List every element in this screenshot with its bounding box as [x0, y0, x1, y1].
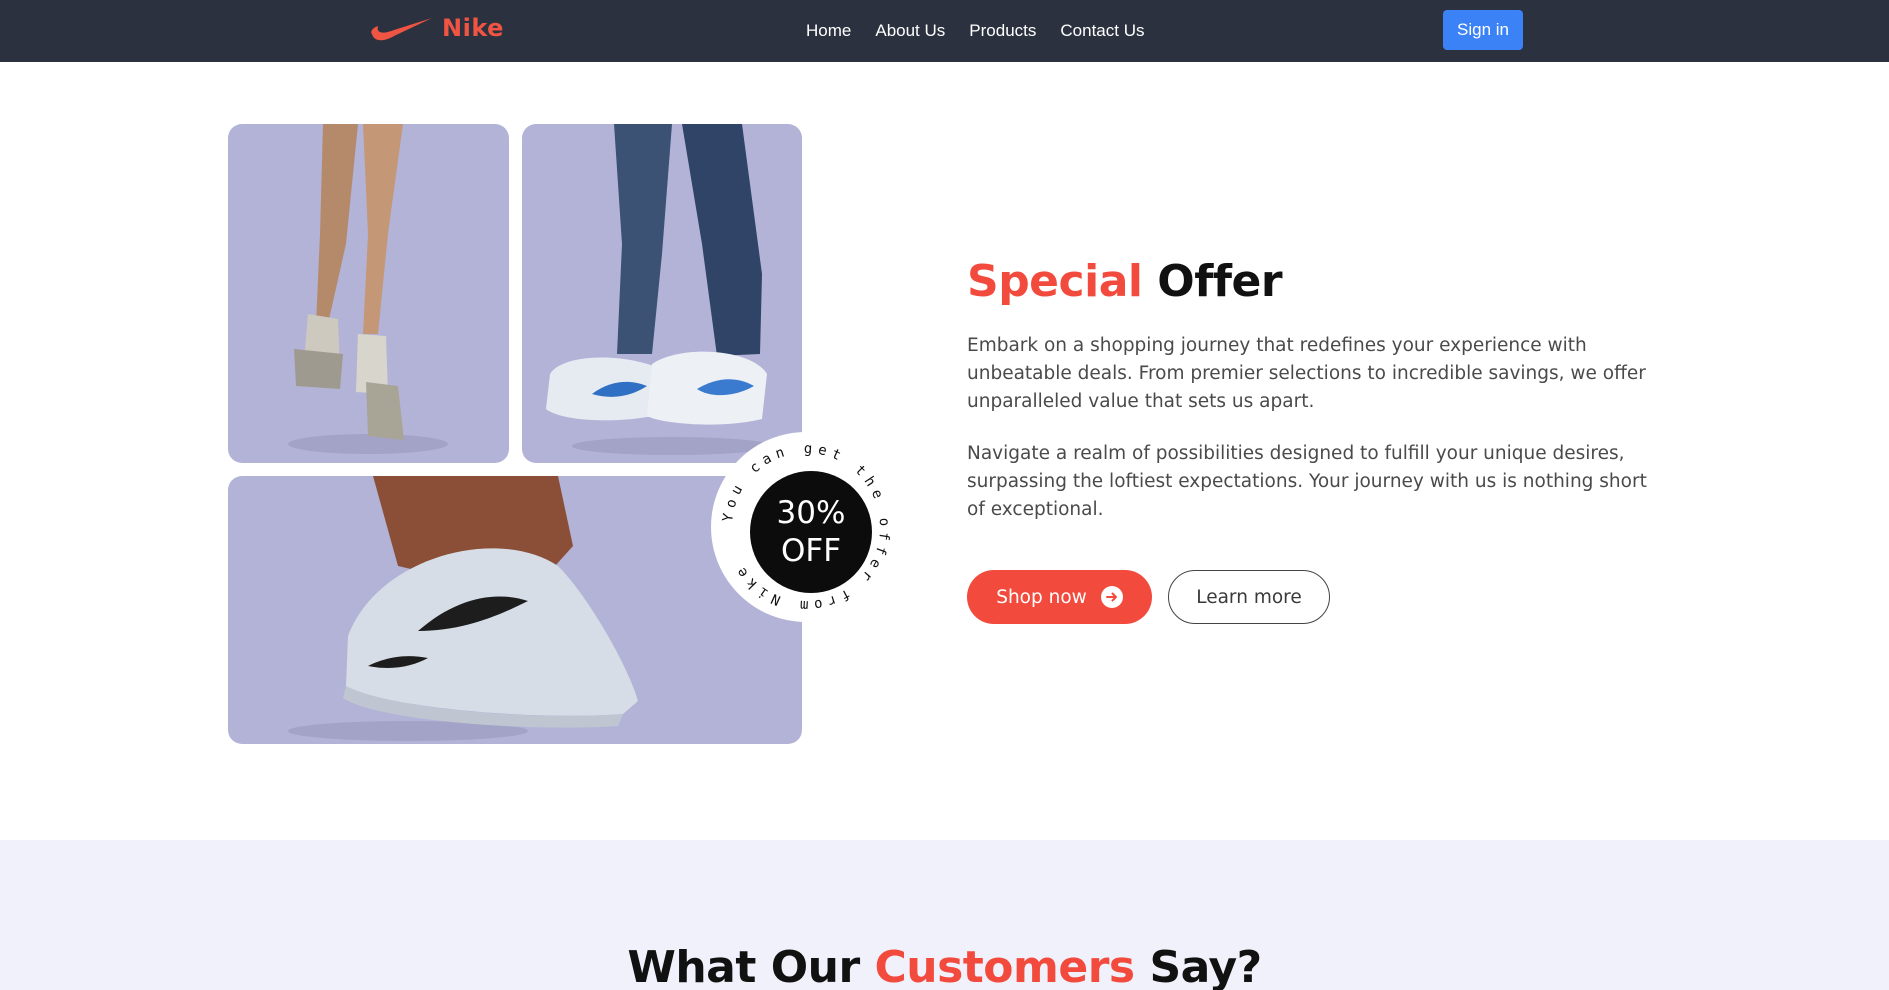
- nav-link-contact[interactable]: Contact Us: [1060, 21, 1144, 41]
- offer-paragraph-2: Navigate a realm of possibilities design…: [967, 443, 1647, 520]
- nav-link-home[interactable]: Home: [806, 21, 851, 41]
- testimonials-title: What Our Customers Say?: [0, 940, 1889, 990]
- nike-swoosh-logo: [371, 18, 432, 41]
- testimonials-section: What Our Customers Say?: [0, 840, 1889, 990]
- shop-now-label: Shop now: [996, 586, 1087, 608]
- offer-title-rest: Offer: [1157, 256, 1283, 307]
- badge-core: 30% OFF: [750, 471, 872, 593]
- nav-link-products[interactable]: Products: [969, 21, 1036, 41]
- badge-percent: 30%: [776, 495, 846, 531]
- arrow-right-circle-icon: [1100, 586, 1123, 608]
- sign-in-button[interactable]: Sign in: [1443, 10, 1523, 50]
- offer-title: Special Offer: [967, 250, 1667, 314]
- brand-name: Nike: [442, 14, 504, 42]
- testimonials-title-a: What Our: [627, 942, 860, 990]
- navbar: Nike Home About Us Products Contact Us S…: [0, 0, 1889, 62]
- main-nav: Home About Us Products Contact Us: [806, 0, 1144, 62]
- nav-link-about[interactable]: About Us: [875, 21, 945, 41]
- product-image-jeans-sneakers: [522, 124, 802, 463]
- discount-badge: You can get the offer from Nike 30% OFF: [711, 432, 901, 622]
- brand-logo-link[interactable]: Nike: [370, 12, 504, 44]
- testimonials-title-b: Say?: [1149, 942, 1262, 990]
- learn-more-button[interactable]: Learn more: [1168, 570, 1330, 624]
- testimonials-title-accent: Customers: [874, 942, 1135, 990]
- offer-paragraph-1: Embark on a shopping journey that redefi…: [967, 335, 1646, 412]
- offer-title-accent: Special: [967, 256, 1143, 307]
- special-offer-section: Special Offer Embark on a shopping journ…: [967, 250, 1667, 624]
- product-image-legs-sneakers: [228, 124, 509, 463]
- shop-now-button[interactable]: Shop now: [967, 570, 1152, 624]
- badge-off: OFF: [780, 533, 842, 569]
- offer-buttons: Shop now Learn more: [967, 570, 1667, 624]
